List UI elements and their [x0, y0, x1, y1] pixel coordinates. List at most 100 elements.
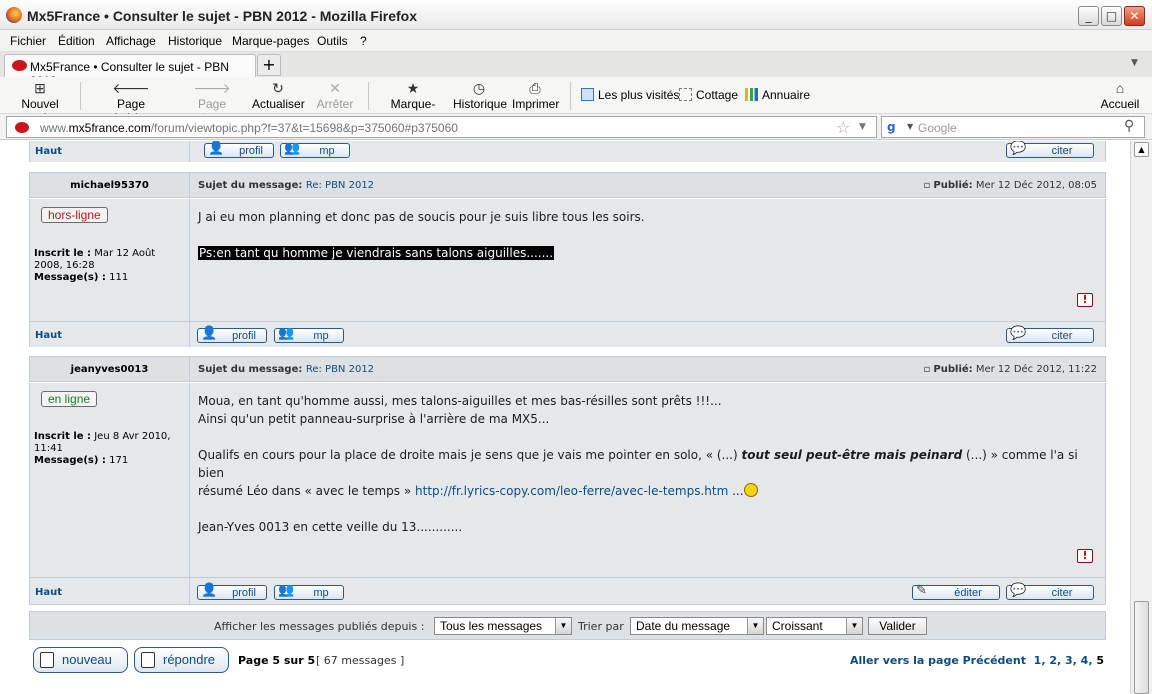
post-author[interactable]: jeanyves0013 [30, 364, 189, 375]
subject-label: Sujet du message: [198, 180, 303, 191]
mp-button[interactable]: 👥 mp [280, 141, 350, 158]
bookmark-annuaire[interactable]: Annuaire [745, 88, 810, 102]
goto-previous-link[interactable]: Aller vers la page Précédent [850, 654, 1026, 667]
citer-label: citer [1051, 587, 1073, 599]
maximize-button[interactable]: □ [1101, 6, 1122, 26]
scroll-up-arrow-icon[interactable]: ▲ [1134, 142, 1149, 157]
new-topic-button[interactable]: nouveau [33, 647, 128, 673]
sort-by-select[interactable]: Date du message ▼ [630, 617, 764, 635]
profil-button[interactable]: 👤 profil [197, 325, 267, 343]
menu-historique[interactable]: Historique [168, 34, 222, 48]
tab-active[interactable]: Mx5France • Consulter le sujet - PBN 201… [4, 54, 256, 88]
page-indicator: Page 5 sur 5 [238, 654, 316, 667]
mp-label: mp [319, 145, 335, 157]
haut-link[interactable]: Haut [35, 330, 62, 341]
history-label: Historique [453, 97, 508, 111]
citer-button[interactable]: 💬 citer [1006, 325, 1094, 343]
report-icon[interactable]: ! [1077, 549, 1093, 563]
citer-label: citer [1051, 145, 1073, 157]
column-divider [189, 578, 190, 604]
messages-row: Message(s) : 111 [34, 272, 184, 284]
reply-label: répondre [163, 652, 216, 667]
post-author[interactable]: michael95370 [30, 180, 189, 191]
reload-icon: ↻ [272, 80, 284, 96]
valider-button[interactable]: Valider [868, 617, 927, 635]
page-link-1[interactable]: 1 [1034, 654, 1042, 667]
dropdown-arrow-icon: ▼ [555, 618, 571, 634]
search-engine-dropdown-icon[interactable]: ▼ [907, 122, 913, 131]
post-body: hors-ligne Inscrit le : Mar 12 Août 2008… [29, 199, 1106, 321]
print-button[interactable]: ⎙ Imprimer [512, 79, 559, 111]
home-button[interactable]: ⌂ Accueil [1098, 79, 1142, 111]
editer-button[interactable]: ✎ éditer [912, 582, 1000, 600]
report-icon[interactable]: ! [1077, 293, 1093, 307]
reload-button[interactable]: ↻ Actualiser [252, 79, 305, 111]
filter-label: Afficher les messages publiés depuis : [214, 620, 425, 633]
citer-button[interactable]: 💬 citer [1006, 141, 1094, 158]
url-domain: mx5france.com [68, 121, 151, 135]
post-footer-row: Haut 👤 profil 👥 mp 💬 citer [29, 141, 1106, 162]
post-footer-row: Haut 👤 profil 👥 mp ✎ éditer 💬 citer [29, 577, 1106, 605]
haut-link[interactable]: Haut [35, 587, 62, 598]
order-value: Croissant [772, 619, 823, 633]
order-select[interactable]: Croissant ▼ [766, 617, 863, 635]
home-label: Accueil [1100, 97, 1140, 111]
subject-link[interactable]: Re: PBN 2012 [306, 180, 374, 191]
post-line: Ainsi qu'un petit panneau-surprise à l'a… [198, 412, 550, 426]
history-button[interactable]: ◷ Historique [453, 79, 508, 111]
page-current-5: 5 [1096, 654, 1104, 667]
new-tab-button[interactable]: + [257, 54, 281, 76]
tab-list-arrow-icon[interactable]: ▼ [1131, 58, 1138, 68]
search-placeholder: Google [918, 121, 957, 135]
inscrit-label: Inscrit le : [34, 431, 92, 442]
page-link-4[interactable]: 4 [1081, 654, 1089, 667]
menu-affichage[interactable]: Affichage [106, 34, 156, 48]
page-link-2[interactable]: 2 [1049, 654, 1057, 667]
vertical-scrollbar[interactable]: ▲ [1130, 141, 1152, 694]
since-select[interactable]: Tous les messages ▼ [434, 617, 572, 635]
column-divider [189, 383, 190, 577]
scroll-thumb[interactable] [1134, 601, 1149, 694]
menu-marque-pages[interactable]: Marque-pages [232, 34, 309, 48]
menu-fichier[interactable]: Fichier [10, 34, 46, 48]
bookmark-label: Cottage [696, 88, 739, 102]
post-published: ▫ Publié: Mer 12 Déc 2012, 11:22 [923, 364, 1097, 375]
lyrics-link[interactable]: http://fr.lyrics-copy.com/leo-ferre/avec… [415, 484, 728, 498]
haut-link[interactable]: Haut [35, 146, 62, 157]
profil-label: profil [232, 330, 256, 342]
bookmark-les-plus-visites[interactable]: Les plus visités [581, 88, 679, 102]
home-icon: ⌂ [1115, 80, 1125, 96]
bookmark-cottage[interactable]: Cottage [679, 88, 738, 102]
citer-button[interactable]: 💬 citer [1006, 582, 1094, 600]
menu-help[interactable]: ? [360, 34, 367, 48]
menu-outils[interactable]: Outils [317, 34, 348, 48]
search-magnifier-icon[interactable]: ⚲ [1124, 118, 1134, 134]
url-history-dropdown-icon[interactable]: ▼ [859, 122, 866, 132]
menu-edition[interactable]: Édition [58, 34, 95, 48]
reply-button[interactable]: répondre [134, 647, 229, 673]
url-input[interactable]: www.mx5france.com/forum/viewtopic.php?f=… [6, 116, 877, 138]
subject-link[interactable]: Re: PBN 2012 [306, 364, 374, 375]
navigation-toolbar: ⊞Nouvel onglet 🡐Page précédente 🡒Page su… [0, 77, 1152, 125]
author-info: Inscrit le : Jeu 8 Avr 2010, 11:41 Messa… [34, 431, 184, 467]
search-input[interactable]: g ▼ Google ⚲ [881, 116, 1145, 138]
mp-button[interactable]: 👥 mp [274, 325, 344, 343]
messages-count: 111 [109, 272, 129, 283]
google-icon[interactable]: g [887, 120, 896, 134]
toolbar-separator [570, 82, 571, 110]
bookmark-star-icon[interactable]: ☆ [836, 118, 850, 137]
profil-button[interactable]: 👤 profil [204, 141, 274, 158]
users-icon: 👥 [278, 582, 295, 597]
forward-arrow-icon: 🡒 [193, 80, 231, 96]
minimize-button[interactable]: _ [1078, 6, 1099, 26]
dropdown-arrow-icon: ▼ [846, 618, 862, 634]
profil-button[interactable]: 👤 profil [197, 582, 267, 600]
new-topic-label: nouveau [62, 652, 112, 667]
stop-button[interactable]: ✕ Arrêter [314, 79, 356, 111]
mp-button[interactable]: 👥 mp [274, 582, 344, 600]
close-button[interactable]: ✕ [1124, 6, 1145, 26]
bookmark-label: Annuaire [762, 88, 811, 102]
page-link-3[interactable]: 3 [1065, 654, 1073, 667]
stop-label: Arrêter [316, 97, 354, 111]
